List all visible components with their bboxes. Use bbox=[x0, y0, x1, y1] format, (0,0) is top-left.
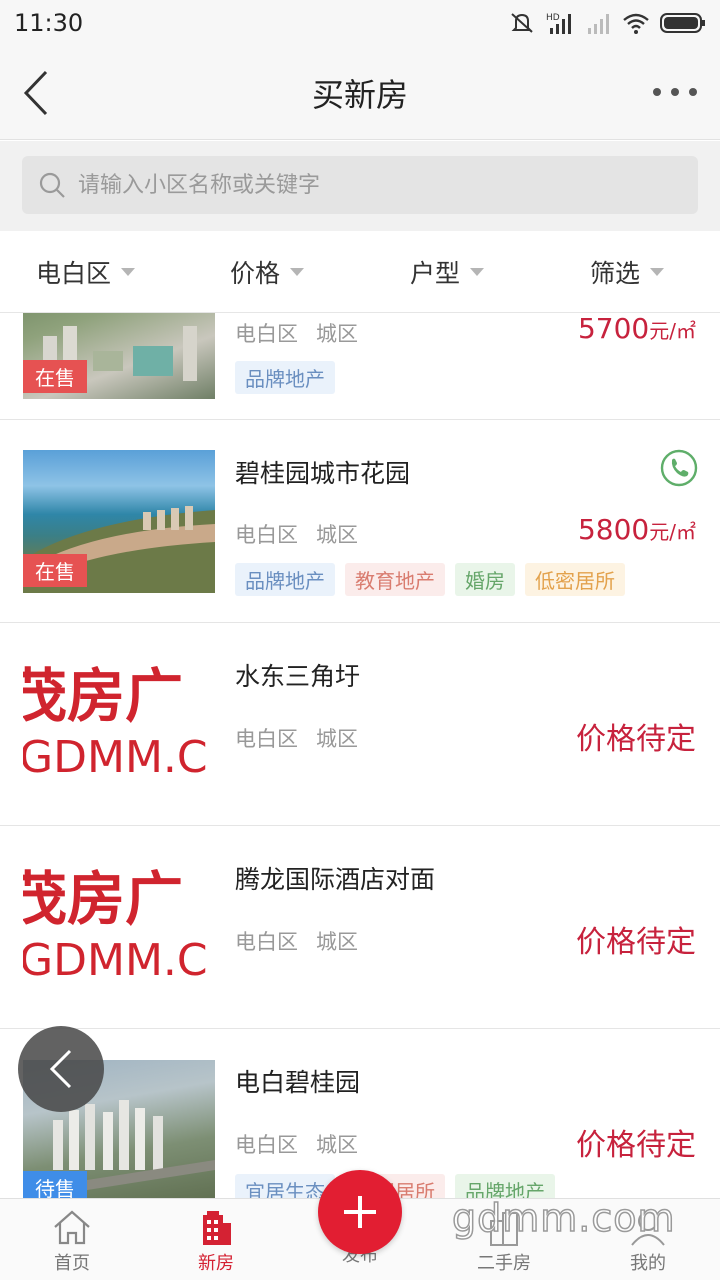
listing-location: 电白区 城区 bbox=[235, 318, 358, 348]
filter-label: 价格 bbox=[230, 258, 281, 288]
page-title: 买新房 bbox=[311, 75, 408, 114]
listing-name: 水东三角圩 bbox=[235, 662, 361, 691]
svg-text:GDMM.C: GDMM.C bbox=[23, 732, 208, 783]
listing-item[interactable]: 茂房广 GDMM.C 腾龙国际酒店对面 电白区 城区 价格待定 bbox=[0, 827, 720, 1029]
tab-label: 我的 bbox=[630, 1253, 666, 1274]
district-label: 电白区 bbox=[235, 322, 298, 346]
listing-tag: 宜居生态 bbox=[235, 1174, 335, 1198]
svg-text:茂房广: 茂房广 bbox=[23, 662, 183, 730]
tab-label: 新房 bbox=[198, 1253, 234, 1274]
svg-text:茂房广: 茂房广 bbox=[23, 865, 183, 933]
listing-tags: 品牌地产 教育地产 婚房 低密居所 bbox=[235, 563, 625, 596]
listing-thumbnail: 茂房广 GDMM.C bbox=[23, 654, 215, 797]
listing-tag: 品牌地产 bbox=[455, 1174, 555, 1198]
area-label: 城区 bbox=[316, 523, 358, 547]
tab-new-house[interactable]: 新房 bbox=[166, 1207, 266, 1275]
dropdown-caret-icon bbox=[470, 267, 485, 276]
back-arrow-icon[interactable] bbox=[18, 68, 58, 118]
listing-price: 价格待定 bbox=[576, 722, 696, 757]
price-unit: 元/㎡ bbox=[649, 520, 696, 544]
listing-location: 电白区 城区 bbox=[235, 926, 358, 956]
mute-bell-icon bbox=[511, 13, 533, 33]
filter-more[interactable]: 筛选 bbox=[590, 254, 665, 290]
dropdown-caret-icon bbox=[290, 267, 305, 276]
home-icon bbox=[54, 1210, 90, 1245]
building-icon bbox=[203, 1211, 231, 1245]
listing-list: 在售 电白区 城区 5700元/㎡ 品牌地产 在售 碧桂园城市花园 电白区 城区… bbox=[0, 313, 720, 1198]
publish-button[interactable] bbox=[318, 1170, 402, 1254]
status-icons: HD bbox=[508, 11, 706, 35]
signal-icon: HD bbox=[546, 13, 571, 34]
listing-tag: 低密居所 bbox=[525, 563, 625, 596]
listing-price: 5800元/㎡ bbox=[578, 513, 696, 546]
plus-icon bbox=[344, 1196, 376, 1228]
price-unit: 元/㎡ bbox=[649, 319, 696, 343]
filter-district[interactable]: 电白区 bbox=[36, 254, 136, 290]
svg-text:GDMM.C: GDMM.C bbox=[23, 935, 208, 986]
status-badge: 在售 bbox=[23, 554, 87, 587]
district-label: 电白区 bbox=[235, 523, 298, 547]
watermark: gdmm.com bbox=[451, 1195, 676, 1241]
chevron-left-icon bbox=[49, 1049, 72, 1089]
logo-placeholder-image: 茂房广 GDMM.C bbox=[23, 865, 208, 986]
svg-text:HD: HD bbox=[546, 13, 560, 23]
floating-back-button[interactable] bbox=[18, 1026, 104, 1112]
search-input[interactable] bbox=[78, 172, 638, 198]
filter-label: 电白区 bbox=[36, 258, 112, 288]
status-badge: 待售 bbox=[23, 1171, 87, 1198]
listing-item[interactable]: 在售 碧桂园城市花园 电白区 城区 5800元/㎡ 品牌地产 教育地产 婚房 低密… bbox=[0, 421, 720, 623]
area-label: 城区 bbox=[316, 930, 358, 954]
listing-thumbnail: 在售 bbox=[23, 313, 215, 399]
header: 买新房 bbox=[0, 46, 720, 140]
listing-price: 价格待定 bbox=[576, 1128, 696, 1163]
listing-price: 5700元/㎡ bbox=[578, 313, 696, 345]
more-options-icon[interactable] bbox=[650, 82, 700, 102]
listing-thumbnail: 茂房广 GDMM.C bbox=[23, 857, 215, 1000]
filter-label: 筛选 bbox=[590, 258, 641, 288]
signal-empty-icon bbox=[588, 14, 609, 34]
price-value: 5800 bbox=[577, 513, 650, 546]
filter-price[interactable]: 价格 bbox=[230, 254, 305, 290]
status-badge: 在售 bbox=[23, 360, 87, 393]
listing-location: 电白区 城区 bbox=[235, 723, 358, 753]
district-label: 电白区 bbox=[235, 1133, 298, 1157]
search-icon bbox=[39, 172, 65, 198]
listing-tag: 教育地产 bbox=[345, 563, 445, 596]
listing-tag: 品牌地产 bbox=[235, 563, 335, 596]
listing-location: 电白区 城区 bbox=[235, 1129, 358, 1159]
phone-icon[interactable] bbox=[660, 449, 698, 487]
district-label: 电白区 bbox=[235, 930, 298, 954]
listing-thumbnail: 在售 bbox=[23, 450, 215, 593]
filter-bar: 电白区 价格 户型 筛选 bbox=[0, 231, 720, 313]
listing-tag: 婚房 bbox=[455, 563, 515, 596]
logo-placeholder-image: 茂房广 GDMM.C bbox=[23, 662, 208, 783]
listing-name: 电白碧桂园 bbox=[235, 1068, 361, 1097]
dropdown-caret-icon bbox=[121, 267, 136, 276]
listing-tags: 品牌地产 bbox=[235, 361, 335, 394]
area-label: 城区 bbox=[316, 727, 358, 751]
filter-layout[interactable]: 户型 bbox=[410, 254, 485, 290]
tab-home[interactable]: 首页 bbox=[22, 1207, 122, 1275]
listing-item[interactable]: 茂房广 GDMM.C 水东三角圩 电白区 城区 价格待定 bbox=[0, 624, 720, 826]
area-label: 城区 bbox=[316, 322, 358, 346]
tab-label: 二手房 bbox=[477, 1253, 531, 1274]
status-time: 11:30 bbox=[14, 9, 84, 37]
listing-price: 价格待定 bbox=[576, 925, 696, 960]
listing-location: 电白区 城区 bbox=[235, 519, 358, 549]
wifi-icon bbox=[623, 13, 649, 34]
area-label: 城区 bbox=[316, 1133, 358, 1157]
listing-name: 碧桂园城市花园 bbox=[235, 459, 411, 488]
district-label: 电白区 bbox=[235, 727, 298, 751]
filter-label: 户型 bbox=[410, 258, 461, 288]
search-box[interactable] bbox=[22, 156, 698, 214]
dropdown-caret-icon bbox=[650, 267, 665, 276]
price-value: 5700 bbox=[577, 313, 650, 345]
tab-label: 首页 bbox=[54, 1253, 90, 1274]
search-bar bbox=[0, 141, 720, 231]
status-bar: 11:30 HD bbox=[0, 0, 720, 46]
battery-icon bbox=[660, 13, 705, 33]
listing-name: 腾龙国际酒店对面 bbox=[235, 865, 436, 894]
listing-tag: 品牌地产 bbox=[235, 361, 335, 394]
listing-item[interactable]: 在售 电白区 城区 5700元/㎡ 品牌地产 bbox=[0, 313, 720, 420]
